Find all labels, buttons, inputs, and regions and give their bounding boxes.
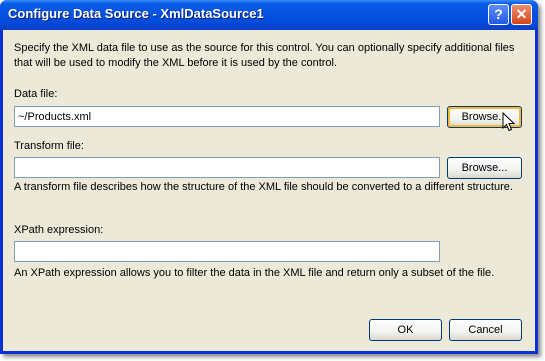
data-file-input[interactable] bbox=[14, 106, 440, 127]
transform-file-input[interactable] bbox=[14, 157, 440, 178]
transform-file-label: Transform file: bbox=[14, 140, 84, 152]
dialog-body: Specify the XML data file to use as the … bbox=[3, 30, 535, 351]
transform-file-browse-button[interactable]: Browse... bbox=[447, 157, 522, 179]
dialog-window: Configure Data Source - XmlDataSource1 ?… bbox=[0, 0, 538, 354]
close-icon[interactable]: ✕ bbox=[511, 4, 532, 25]
window-title: Configure Data Source - XmlDataSource1 bbox=[8, 6, 264, 21]
xpath-input[interactable] bbox=[14, 241, 440, 262]
cancel-button[interactable]: Cancel bbox=[449, 319, 522, 341]
mouse-cursor-icon bbox=[502, 112, 516, 132]
help-icon[interactable]: ? bbox=[488, 4, 509, 25]
ok-button[interactable]: OK bbox=[369, 319, 442, 341]
xpath-description: An XPath expression allows you to filter… bbox=[14, 267, 495, 279]
transform-file-description: A transform file describes how the struc… bbox=[14, 181, 513, 193]
xpath-label: XPath expression: bbox=[14, 224, 104, 236]
title-bar[interactable]: Configure Data Source - XmlDataSource1 ?… bbox=[0, 0, 538, 30]
intro-text: Specify the XML data file to use as the … bbox=[14, 42, 515, 69]
data-file-label: Data file: bbox=[14, 88, 58, 100]
